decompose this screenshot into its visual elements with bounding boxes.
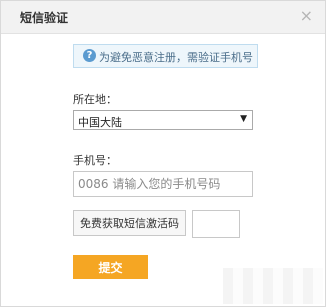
- info-icon: ?: [83, 49, 96, 62]
- dialog-titlebar: 短信验证 ×: [1, 1, 325, 34]
- phone-label: 手机号：: [73, 154, 117, 167]
- notice-banner: ? 为避免恶意注册，需验证手机号: [73, 44, 258, 68]
- phone-number-input[interactable]: [73, 171, 253, 197]
- location-selected-value: 中国大陆: [78, 116, 122, 129]
- close-icon[interactable]: ×: [300, 6, 313, 26]
- sms-verification-dialog: 短信验证 × ? 为避免恶意注册，需验证手机号 所在地： 中国大陆 ▼ 手机号：…: [0, 0, 326, 307]
- get-sms-code-button[interactable]: 免费获取短信激活码: [73, 210, 186, 236]
- dropdown-arrow-icon: ▼: [240, 114, 247, 124]
- submit-button[interactable]: 提交: [73, 255, 148, 279]
- blurred-watermark-area: [223, 268, 323, 304]
- location-label: 所在地：: [73, 93, 117, 106]
- dialog-title: 短信验证: [20, 11, 69, 25]
- location-select[interactable]: 中国大陆 ▼: [73, 110, 253, 130]
- sms-code-input[interactable]: [192, 210, 240, 238]
- notice-text: 为避免恶意注册，需验证手机号: [99, 51, 253, 64]
